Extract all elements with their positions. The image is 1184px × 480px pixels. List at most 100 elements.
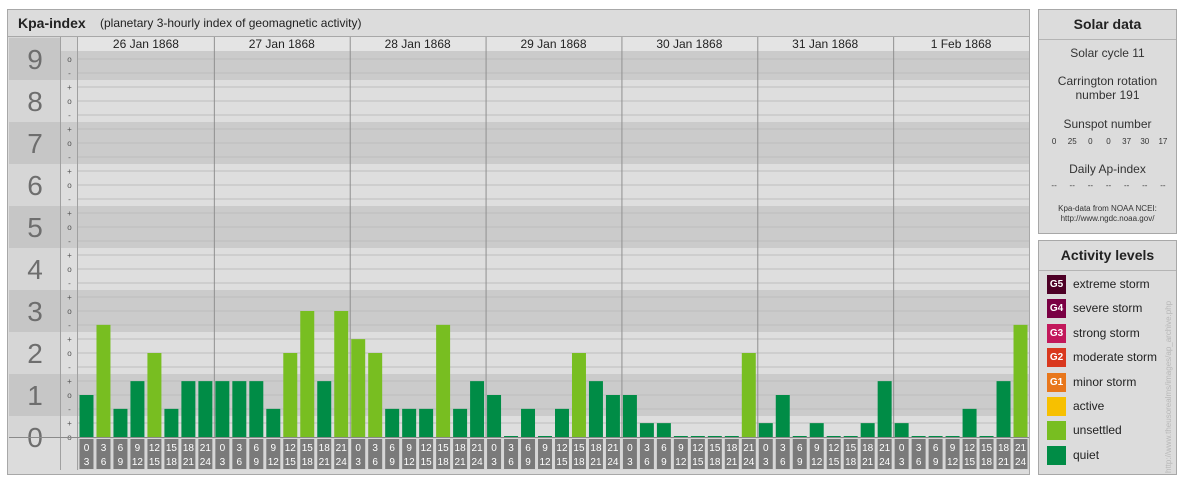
band-level-9 bbox=[78, 51, 1029, 80]
sub-tick-label: - bbox=[68, 69, 71, 78]
solar-data-panel: Solar data Solar cycle 11 Carrington rot… bbox=[1038, 9, 1177, 234]
sub-tick-label: - bbox=[68, 321, 71, 330]
interval-start-label: 15 bbox=[845, 443, 857, 454]
interval-end-label: 18 bbox=[438, 457, 450, 468]
kp-bar bbox=[215, 381, 230, 437]
interval-end-label: 3 bbox=[355, 457, 361, 468]
sub-tick-label: + bbox=[67, 293, 72, 302]
activity-level-label: extreme storm bbox=[1073, 277, 1150, 291]
interval-start-label: 21 bbox=[336, 443, 348, 454]
interval-end-label: 18 bbox=[709, 457, 721, 468]
interval-start-label: 12 bbox=[964, 443, 976, 454]
sub-tick-label: + bbox=[67, 251, 72, 260]
solar-cycle: Solar cycle 11 bbox=[1070, 46, 1145, 60]
kp-bar bbox=[860, 423, 875, 437]
interval-end-label: 9 bbox=[254, 457, 260, 468]
interval-start-label: 9 bbox=[135, 443, 141, 454]
sunspot-value: 37 bbox=[1122, 137, 1132, 146]
interval-start-label: 0 bbox=[763, 443, 769, 454]
y-tick-label: 4 bbox=[27, 254, 43, 285]
interval-end-label: 9 bbox=[525, 457, 531, 468]
activity-level-label: moderate storm bbox=[1073, 350, 1158, 365]
interval-start-label: 21 bbox=[1015, 443, 1027, 454]
kp-bar bbox=[1013, 324, 1028, 437]
interval-end-label: 3 bbox=[491, 457, 497, 468]
y-tick-label: 8 bbox=[27, 86, 43, 117]
interval-end-label: 6 bbox=[916, 457, 922, 468]
kp-bar bbox=[385, 408, 400, 437]
kpa-chart: 0123456789o+o-+o-+o-+o-+o-+o-+o-+o-+o-26… bbox=[8, 36, 1029, 470]
interval-start-label: 21 bbox=[472, 443, 484, 454]
interval-start-label: 12 bbox=[556, 443, 568, 454]
solar-data-title: Solar data bbox=[1073, 16, 1142, 32]
sub-tick-label: - bbox=[68, 405, 71, 414]
kp-bar bbox=[300, 311, 315, 437]
interval-start-label: 12 bbox=[692, 443, 704, 454]
interval-start-label: 21 bbox=[879, 443, 891, 454]
interval-end-label: 24 bbox=[743, 457, 755, 468]
kp-bar bbox=[538, 436, 552, 437]
day-label: 27 Jan 1868 bbox=[249, 37, 315, 51]
kp-bar bbox=[911, 436, 926, 437]
interval-start-label: 9 bbox=[406, 443, 412, 454]
interval-end-label: 12 bbox=[947, 457, 959, 468]
day-label: 1 Feb 1868 bbox=[931, 37, 992, 51]
sub-tick-label: o bbox=[67, 307, 72, 316]
interval-end-label: 3 bbox=[627, 457, 633, 468]
activity-level-label: active bbox=[1073, 399, 1105, 413]
interval-start-label: 15 bbox=[166, 443, 178, 454]
interval-end-label: 12 bbox=[404, 457, 416, 468]
y-tick-label: 2 bbox=[27, 338, 43, 369]
sub-tick-label: - bbox=[68, 153, 71, 162]
interval-start-label: 12 bbox=[149, 443, 161, 454]
interval-end-label: 3 bbox=[763, 457, 769, 468]
kp-bar bbox=[622, 395, 637, 437]
kp-bar bbox=[962, 408, 977, 437]
kp-bar bbox=[979, 436, 994, 437]
interval-end-label: 18 bbox=[981, 457, 993, 468]
kp-bar bbox=[181, 381, 196, 437]
kp-bar bbox=[877, 381, 892, 437]
sub-tick-label: + bbox=[67, 83, 72, 92]
y-tick-label: 1 bbox=[27, 380, 43, 411]
interval-end-label: 15 bbox=[149, 457, 161, 468]
credit-watermark: http://www.theusorealms/images/ap_archiv… bbox=[1164, 300, 1173, 473]
activity-levels-title: Activity levels bbox=[1060, 247, 1155, 263]
interval-start-label: 15 bbox=[709, 443, 721, 454]
sub-tick-label: o bbox=[67, 391, 72, 400]
interval-end-label: 18 bbox=[166, 457, 178, 468]
sub-tick-label: o bbox=[67, 139, 72, 148]
interval-start-label: 3 bbox=[237, 443, 243, 454]
day-label: 31 Jan 1868 bbox=[792, 37, 858, 51]
sunspot-value: 30 bbox=[1140, 137, 1150, 146]
kp-bar bbox=[113, 408, 128, 437]
interval-end-label: 15 bbox=[692, 457, 704, 468]
interval-end-label: 21 bbox=[998, 457, 1010, 468]
interval-start-label: 9 bbox=[542, 443, 548, 454]
activity-levels-panel: Activity levels G5 extreme storm G4 severe … bbox=[1038, 240, 1177, 475]
interval-start-label: 3 bbox=[916, 443, 922, 454]
interval-end-label: 15 bbox=[964, 457, 976, 468]
kp-bar bbox=[96, 324, 111, 437]
sub-tick-label: + bbox=[67, 377, 72, 386]
activity-level-swatch: G5 bbox=[1047, 275, 1066, 294]
interval-start-label: 15 bbox=[573, 443, 585, 454]
interval-end-label: 24 bbox=[472, 457, 484, 468]
kp-bar bbox=[843, 436, 858, 437]
interval-start-label: 6 bbox=[933, 443, 939, 454]
ap-index-value: -- bbox=[1069, 181, 1075, 190]
interval-start-label: 3 bbox=[644, 443, 650, 454]
sub-tick-label: - bbox=[68, 111, 71, 120]
kp-bar bbox=[198, 381, 213, 437]
kp-bar bbox=[758, 423, 773, 437]
data-source-link[interactable]: http://www.ngdc.noaa.gov/ bbox=[1039, 214, 1176, 223]
kp-bar bbox=[453, 408, 468, 437]
sub-tick-label: - bbox=[68, 195, 71, 204]
ap-index-value: -- bbox=[1105, 181, 1112, 190]
interval-end-label: 18 bbox=[302, 457, 314, 468]
kp-bar bbox=[487, 395, 502, 437]
activity-level-swatch bbox=[1047, 397, 1066, 416]
interval-end-label: 6 bbox=[101, 457, 107, 468]
sunspot-label: Sunspot number bbox=[1063, 117, 1152, 131]
sub-tick-label: + bbox=[67, 209, 72, 218]
